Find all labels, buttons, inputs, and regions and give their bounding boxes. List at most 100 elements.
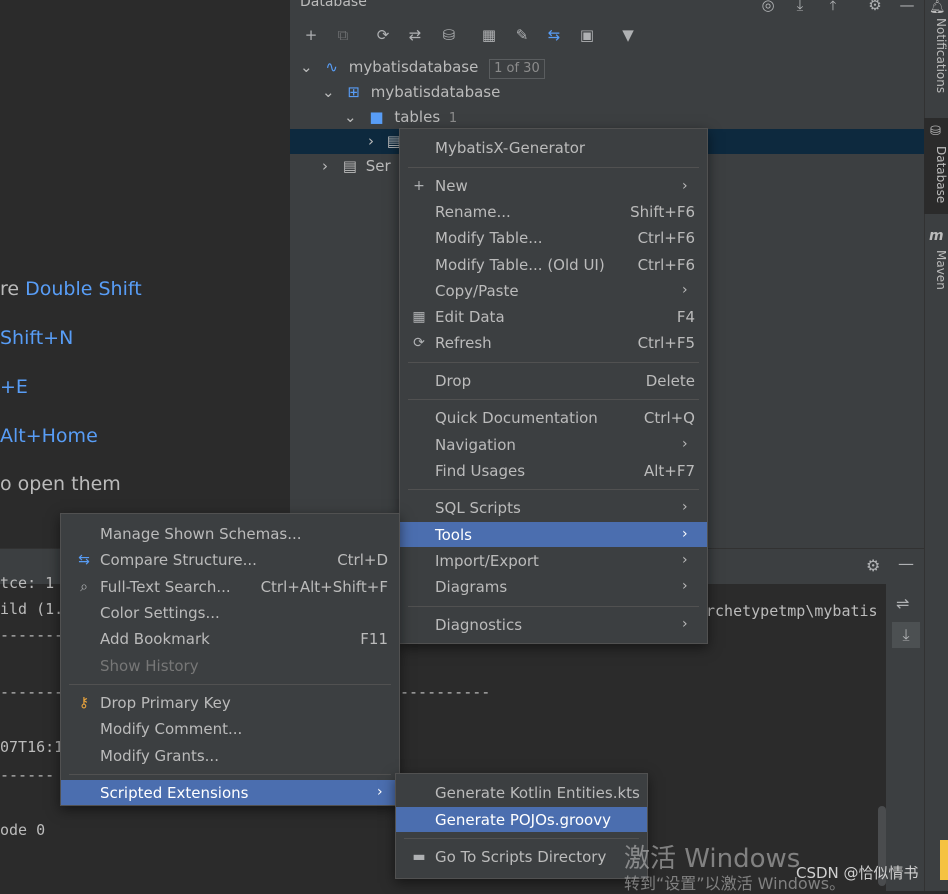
plus-icon: + bbox=[413, 178, 425, 194]
jump-to-console-icon[interactable]: ⇆ bbox=[543, 24, 565, 46]
server-objects-icon: ▤ bbox=[342, 157, 357, 175]
menu-item-quick-doc[interactable]: Quick Documentation Ctrl+Q bbox=[435, 405, 695, 431]
console-gear-icon[interactable]: ⚙ bbox=[866, 556, 880, 575]
bell-icon[interactable]: 🔔︎ bbox=[929, 0, 946, 15]
sync-schema-icon[interactable]: ⇄ bbox=[404, 24, 426, 46]
tree-tables[interactable]: ⌄ ■ tables 1 bbox=[344, 105, 457, 130]
menu-item-manage-schemas[interactable]: Manage Shown Schemas... bbox=[100, 521, 388, 547]
tree-tables-count: 1 bbox=[448, 111, 458, 126]
menu-item-rename[interactable]: Rename... Shift+F6 bbox=[435, 199, 695, 225]
scroll-to-end-icon[interactable]: ⤓ bbox=[892, 622, 920, 648]
console-line: tce: 1 bbox=[0, 574, 55, 592]
filter-icon[interactable]: ▼ bbox=[617, 24, 639, 46]
console-line: ---------- bbox=[400, 683, 491, 701]
tree-root-label: mybatisdatabase bbox=[348, 58, 479, 76]
menu-separator bbox=[408, 167, 699, 168]
key-icon: ⚷ bbox=[78, 695, 90, 711]
menu-item-tools[interactable]: Tools bbox=[435, 522, 695, 548]
menu-separator bbox=[404, 838, 639, 839]
expand-icon[interactable]: ⤒ bbox=[822, 0, 844, 16]
chevron-right-icon: › bbox=[377, 784, 383, 800]
chevron-down-icon: ⌄ bbox=[300, 58, 313, 76]
menu-item-scripted-extensions[interactable]: Scripted Extensions bbox=[100, 780, 388, 806]
tab-maven[interactable]: Maven bbox=[924, 250, 948, 290]
database-icon: ⛁ bbox=[930, 124, 941, 139]
menu-item-refresh[interactable]: Refresh Ctrl+F5 bbox=[435, 330, 695, 356]
chevron-right-icon: › bbox=[682, 526, 688, 542]
menu-separator bbox=[69, 774, 391, 775]
chevron-down-icon: ⌄ bbox=[322, 83, 335, 101]
menu-item-add-bookmark[interactable]: Add Bookmark F11 bbox=[100, 626, 388, 652]
chevron-right-icon: › bbox=[682, 499, 688, 515]
event-log-indicator bbox=[940, 840, 948, 880]
tree-server-objects[interactable]: › ▤ Ser bbox=[322, 154, 391, 179]
gear-icon[interactable]: ⚙ bbox=[864, 0, 886, 16]
chevron-right-icon: › bbox=[322, 157, 328, 175]
menu-separator bbox=[69, 684, 391, 685]
add-icon[interactable]: + bbox=[300, 24, 322, 46]
menu-item-diagnostics[interactable]: Diagnostics bbox=[435, 612, 695, 638]
menu-item-modify-grants[interactable]: Modify Grants... bbox=[100, 743, 388, 769]
tree-schema[interactable]: ⌄ ⊞ mybatisdatabase bbox=[322, 80, 500, 105]
menu-item-generate-kotlin[interactable]: Generate Kotlin Entities.kts bbox=[435, 780, 640, 806]
console-line: 07T16:1 bbox=[0, 738, 64, 756]
menu-separator bbox=[408, 606, 699, 607]
tab-database[interactable]: Database bbox=[924, 146, 948, 203]
menu-separator bbox=[408, 399, 699, 400]
collapse-icon[interactable]: ⤓ bbox=[789, 0, 811, 16]
chevron-right-icon: › bbox=[682, 178, 688, 194]
tree-table-item[interactable]: › ▤ bbox=[368, 129, 401, 154]
duplicate-icon[interactable]: ⧉ bbox=[332, 24, 354, 46]
menu-header-mybatisx[interactable]: MybatisX-Generator bbox=[435, 135, 585, 161]
table-icon[interactable]: ▦ bbox=[478, 24, 500, 46]
menu-item-full-text-search[interactable]: Full-Text Search... Ctrl+Alt+Shift+F bbox=[100, 574, 388, 600]
menu-item-sql-scripts[interactable]: SQL Scripts bbox=[435, 495, 695, 521]
menu-separator bbox=[408, 489, 699, 490]
menu-item-go-to-scripts[interactable]: Go To Scripts Directory bbox=[435, 844, 606, 870]
edit-icon[interactable]: ✎ bbox=[511, 24, 533, 46]
datasource-properties-icon[interactable]: ⛁ bbox=[438, 24, 460, 46]
tab-notifications[interactable]: Notifications bbox=[924, 18, 948, 93]
chevron-right-icon: › bbox=[682, 616, 688, 632]
tree-schema-label: mybatisdatabase bbox=[370, 83, 501, 101]
hide-icon[interactable]: — bbox=[896, 0, 918, 16]
editor-hint-recent: +E bbox=[0, 376, 28, 398]
refresh-icon[interactable]: ⟳ bbox=[372, 24, 394, 46]
menu-item-new[interactable]: New bbox=[435, 173, 695, 199]
editor-hint-search: re Double Shift bbox=[0, 278, 142, 300]
console-line: ------ bbox=[0, 766, 55, 784]
menu-item-import-export[interactable]: Import/Export bbox=[435, 548, 695, 574]
menu-item-compare-structure[interactable]: Compare Structure... Ctrl+D bbox=[100, 547, 388, 573]
maven-icon: m bbox=[929, 228, 944, 244]
editor-hint-nav: Alt+Home bbox=[0, 425, 98, 447]
soft-wrap-icon[interactable]: ⇌ bbox=[896, 594, 909, 613]
tools-submenu: Manage Shown Schemas... ⇆ Compare Struct… bbox=[60, 513, 400, 806]
menu-item-modify-table-old[interactable]: Modify Table... (Old UI) Ctrl+F6 bbox=[435, 252, 695, 278]
menu-item-edit-data[interactable]: Edit Data F4 bbox=[435, 304, 695, 330]
ql-console-icon[interactable]: ▣ bbox=[576, 24, 598, 46]
folder-icon: ■ bbox=[369, 108, 384, 126]
mysql-icon: ∿ bbox=[325, 58, 338, 76]
tree-root[interactable]: ⌄ ∿ mybatisdatabase 1 of 30 bbox=[300, 55, 545, 80]
editor-area bbox=[0, 0, 290, 548]
menu-item-copy-paste[interactable]: Copy/Paste bbox=[435, 278, 695, 304]
scripted-extensions-submenu: Generate Kotlin Entities.kts Generate PO… bbox=[395, 773, 648, 879]
chevron-right-icon: › bbox=[368, 132, 374, 150]
chevron-right-icon: › bbox=[682, 436, 688, 452]
menu-item-show-history: Show History bbox=[100, 657, 199, 675]
tree-tables-label: tables bbox=[394, 108, 441, 126]
menu-item-modify-comment[interactable]: Modify Comment... bbox=[100, 716, 388, 742]
globe-icon[interactable]: ◎ bbox=[757, 0, 779, 16]
console-hide-icon[interactable]: — bbox=[898, 554, 914, 573]
menu-item-color-settings[interactable]: Color Settings... bbox=[100, 600, 388, 626]
menu-item-drop-primary-key[interactable]: Drop Primary Key bbox=[100, 690, 388, 716]
menu-item-navigation[interactable]: Navigation bbox=[435, 432, 695, 458]
menu-item-find-usages[interactable]: Find Usages Alt+F7 bbox=[435, 458, 695, 484]
menu-item-modify-table[interactable]: Modify Table... Ctrl+F6 bbox=[435, 225, 695, 251]
search-icon: ⌕ bbox=[80, 579, 88, 595]
menu-item-diagrams[interactable]: Diagrams bbox=[435, 574, 695, 600]
menu-item-drop[interactable]: Drop Delete bbox=[435, 368, 695, 394]
menu-item-generate-pojos[interactable]: Generate POJOs.groovy bbox=[435, 807, 611, 833]
refresh-icon: ⟳ bbox=[413, 335, 425, 351]
menu-separator bbox=[408, 362, 699, 363]
